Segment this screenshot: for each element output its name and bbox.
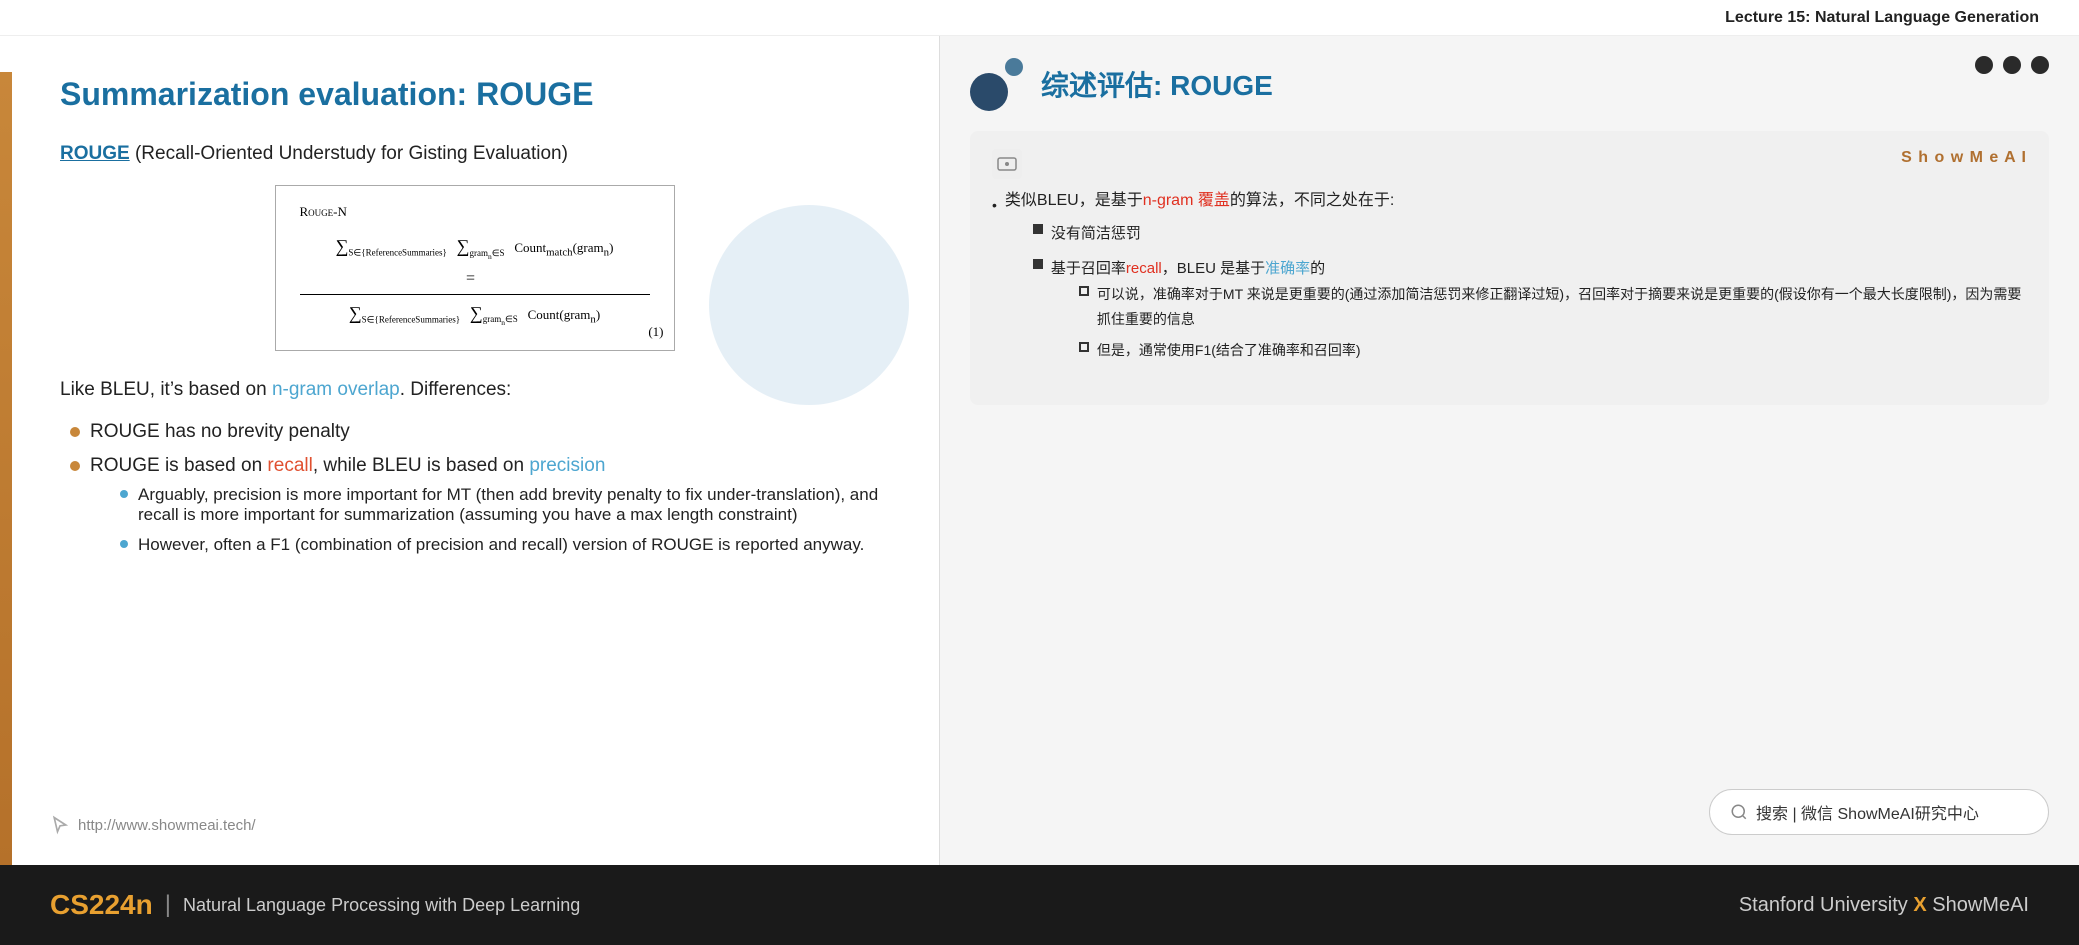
card-sub2-mid: ，BLEU 是基于 <box>1162 260 1265 277</box>
precision-text: precision <box>529 455 605 476</box>
sq-bullet-1 <box>1033 224 1043 234</box>
sq-bullet-2 <box>1033 259 1043 269</box>
url-text: http://www.showmeai.tech/ <box>78 817 256 834</box>
bottom-divider: | <box>165 891 171 919</box>
left-border-decoration <box>0 72 12 865</box>
card-sub-sub-2: 但是，通常使用F1(结合了准确率和召回率) <box>1079 338 2027 363</box>
bottom-left: CS224n | Natural Language Processing wit… <box>50 889 580 921</box>
card-sub-sub2-text: 但是，通常使用F1(结合了准确率和召回率) <box>1097 338 1361 363</box>
url-line: http://www.showmeai.tech/ <box>50 815 256 835</box>
course-subtitle: Natural Language Processing with Deep Le… <box>183 895 580 916</box>
top-header: Lecture 15: Natural Language Generation <box>0 0 2079 36</box>
dot-3[interactable] <box>2031 56 2049 74</box>
right-panel: 综述评估: ROUGE S h o w M e A I • 类似BLEU，是基于… <box>940 36 2079 865</box>
logo-icon <box>997 157 1017 171</box>
card-sub-list: 没有简洁惩罚 基于召回率recall，BLEU 是基于准确率的 <box>1005 220 2027 370</box>
card-sub-sub-list: 可以说，准确率对于MT 来说是更重要的(通过添加简洁惩罚来修正翻译过短)，召回率… <box>1051 282 2027 364</box>
showmeai-logo-small <box>992 149 1022 179</box>
search-bar[interactable]: 搜索 | 微信 ShowMeAI研究中心 <box>1709 789 2049 835</box>
showmeai-card: S h o w M e A I • 类似BLEU，是基于n-gram 覆盖的算法… <box>970 131 2049 405</box>
sub-bullet-2: However, often a F1 (combination of prec… <box>120 535 889 555</box>
sub-bullet-text-1: Arguably, precision is more important fo… <box>138 485 889 525</box>
formula-inner: ∑S∈{ReferenceSummaries} ∑gramn∈S Countma… <box>300 228 650 332</box>
stanford-text: Stanford University <box>1739 894 1908 916</box>
card-sub2-post: 的 <box>1310 260 1325 277</box>
card-line1-post: 的算法，不同之处在于: <box>1230 192 1394 209</box>
left-panel: Summarization evaluation: ROUGE ROUGE (R… <box>0 36 940 865</box>
sub-bullet-text-2: However, often a F1 (combination of prec… <box>138 535 864 555</box>
icon-circle-small <box>1005 58 1023 76</box>
card-recall-text: recall <box>1126 260 1162 277</box>
sub-bullet-dot-2 <box>120 540 128 548</box>
lecture-title: Lecture 15: Natural Language Generation <box>1725 9 2039 27</box>
card-main-dot: • <box>992 193 997 218</box>
slide-title: Summarization evaluation: ROUGE <box>60 76 889 113</box>
card-sub2-content: 基于召回率recall，BLEU 是基于准确率的 可以说，准确率对于MT 来说是… <box>1051 255 2027 370</box>
showmeai-brand: S h o w M e A I <box>1901 149 2027 167</box>
card-content: • 类似BLEU，是基于n-gram 覆盖的算法，不同之处在于: 没有简洁惩罚 <box>992 187 2027 377</box>
search-icon <box>1730 803 1748 821</box>
sub-bullet-dot-1 <box>120 490 128 498</box>
card-main-bullet: • 类似BLEU，是基于n-gram 覆盖的算法，不同之处在于: 没有简洁惩罚 <box>992 187 2027 377</box>
bullet-2-pre: ROUGE is based on <box>90 455 267 476</box>
search-placeholder-text: 搜索 | 微信 ShowMeAI研究中心 <box>1756 800 1979 824</box>
bullet-item-1: ROUGE has no brevity penalty <box>70 421 889 443</box>
bullet-dot-1 <box>70 427 80 437</box>
showmeai-bottom-text: ShowMeAI <box>1932 894 2029 916</box>
ngram-overlap-text: n-gram overlap <box>272 379 400 400</box>
bleu-text-post: . Differences: <box>400 379 512 400</box>
bullet-dot-2 <box>70 461 80 471</box>
bullet-list: ROUGE has no brevity penalty ROUGE is ba… <box>60 421 889 565</box>
cursor-icon <box>50 815 70 835</box>
sub-bullets: Arguably, precision is more important fo… <box>90 485 889 555</box>
bullet-item-2: ROUGE is based on recall, while BLEU is … <box>70 455 889 565</box>
main-content: Summarization evaluation: ROUGE ROUGE (R… <box>0 36 2079 865</box>
sub-bullet-1: Arguably, precision is more important fo… <box>120 485 889 525</box>
navigation-dots <box>1975 56 2049 74</box>
card-line1-pre: 类似BLEU，是基于 <box>1005 192 1143 209</box>
recall-text: recall <box>267 455 312 476</box>
formula-wrapper: Rouge-N ∑S∈{ReferenceSummaries} ∑gramn∈S… <box>60 185 889 351</box>
card-sub-1: 没有简洁惩罚 <box>1033 220 2027 247</box>
card-sub-sub-1: 可以说，准确率对于MT 来说是更重要的(通过添加简洁惩罚来修正翻译过短)，召回率… <box>1079 282 2027 332</box>
dot-2[interactable] <box>2003 56 2021 74</box>
card-precision-text: 准确率 <box>1265 260 1310 277</box>
card-sub-2: 基于召回率recall，BLEU 是基于准确率的 可以说，准确率对于MT 来说是… <box>1033 255 2027 370</box>
bullet-content-2: ROUGE is based on recall, while BLEU is … <box>90 455 889 565</box>
icon-circle-large <box>970 73 1008 111</box>
x-mark: X <box>1913 894 1932 916</box>
right-header: 综述评估: ROUGE <box>970 56 2049 111</box>
right-panel-title: 综述评估: ROUGE <box>1041 64 1273 104</box>
rouge-intro: ROUGE (Recall-Oriented Understudy for Gi… <box>60 143 889 165</box>
bullet-2-mid: , while BLEU is based on <box>313 455 530 476</box>
blur-circle-decoration <box>709 205 909 405</box>
showmeai-header-icon <box>970 56 1025 111</box>
sq-bullet-open-2 <box>1079 342 1089 352</box>
course-code: CS224n <box>50 889 153 921</box>
formula-number: (1) <box>648 324 663 340</box>
formula-box: Rouge-N ∑S∈{ReferenceSummaries} ∑gramn∈S… <box>275 185 675 351</box>
bullet-text-1: ROUGE has no brevity penalty <box>90 421 350 443</box>
bottom-right: Stanford University X ShowMeAI <box>1739 894 2029 917</box>
rouge-intro-text: (Recall-Oriented Understudy for Gisting … <box>130 143 568 164</box>
rouge-link[interactable]: ROUGE <box>60 143 130 164</box>
card-main-text: 类似BLEU，是基于n-gram 覆盖的算法，不同之处在于: 没有简洁惩罚 <box>1005 187 2027 377</box>
card-sub-sub1-text: 可以说，准确率对于MT 来说是更重要的(通过添加简洁惩罚来修正翻译过短)，召回率… <box>1097 282 2027 332</box>
formula-label: Rouge-N <box>300 204 650 220</box>
sq-bullet-open-1 <box>1079 286 1089 296</box>
bleu-text-pre: Like BLEU, it’s based on <box>60 379 272 400</box>
dot-1[interactable] <box>1975 56 1993 74</box>
bottom-bar: CS224n | Natural Language Processing wit… <box>0 865 2079 945</box>
card-sub2-pre: 基于召回率 <box>1051 260 1126 277</box>
bleu-text: Like BLEU, it’s based on n-gram overlap.… <box>60 379 889 401</box>
card-sub1-text: 没有简洁惩罚 <box>1051 220 1141 247</box>
card-ngram-text: n-gram 覆盖 <box>1143 192 1230 209</box>
